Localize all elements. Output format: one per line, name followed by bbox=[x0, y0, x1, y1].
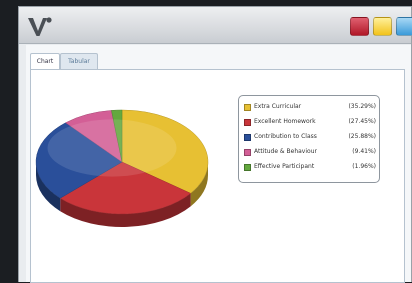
app-window: Chart Tabular Extra Curricular (35.29%) … bbox=[18, 6, 412, 283]
legend-item-excellent-homework: Excellent Homework (27.45%) bbox=[244, 116, 376, 128]
legend-swatch-attitude-behaviour bbox=[244, 149, 251, 156]
content-area: Chart Tabular Extra Curricular (35.29%) … bbox=[26, 45, 411, 283]
title-bar bbox=[19, 7, 412, 44]
legend-label: Attitude & Behaviour bbox=[254, 148, 317, 155]
legend-percentage: (35.29%) bbox=[348, 103, 376, 110]
legend-swatch-effective-participant bbox=[244, 164, 251, 171]
legend-swatch-contribution-to-class bbox=[244, 134, 251, 141]
chart-panel: Extra Curricular (35.29%) Excellent Home… bbox=[30, 69, 405, 283]
legend-swatch-excellent-homework bbox=[244, 119, 251, 126]
legend-item-attitude-behaviour: Attitude & Behaviour (9.41%) bbox=[244, 146, 376, 158]
tab-chart[interactable]: Chart bbox=[30, 53, 60, 69]
legend-label: Contribution to Class bbox=[254, 133, 317, 140]
chart-legend: Extra Curricular (35.29%) Excellent Home… bbox=[238, 95, 380, 183]
legend-label: Excellent Homework bbox=[254, 118, 316, 125]
close-button[interactable] bbox=[350, 17, 369, 36]
pie-chart bbox=[35, 109, 209, 227]
legend-percentage: (1.96%) bbox=[352, 163, 376, 170]
legend-item-effective-participant: Effective Participant (1.96%) bbox=[244, 161, 376, 173]
tab-tabular[interactable]: Tabular bbox=[60, 53, 98, 69]
legend-item-contribution-to-class: Contribution to Class (25.88%) bbox=[244, 131, 376, 143]
legend-item-extra-curricular: Extra Curricular (35.29%) bbox=[244, 101, 376, 113]
maximize-button[interactable] bbox=[396, 17, 412, 36]
legend-percentage: (27.45%) bbox=[348, 118, 376, 125]
app-logo-icon bbox=[28, 17, 52, 36]
legend-label: Extra Curricular bbox=[254, 103, 302, 110]
legend-percentage: (9.41%) bbox=[352, 148, 376, 155]
legend-percentage: (25.88%) bbox=[348, 133, 376, 140]
legend-label: Effective Participant bbox=[254, 163, 315, 170]
pie-gloss bbox=[47, 119, 177, 177]
minimize-button[interactable] bbox=[373, 17, 392, 36]
legend-swatch-extra-curricular bbox=[244, 104, 251, 111]
